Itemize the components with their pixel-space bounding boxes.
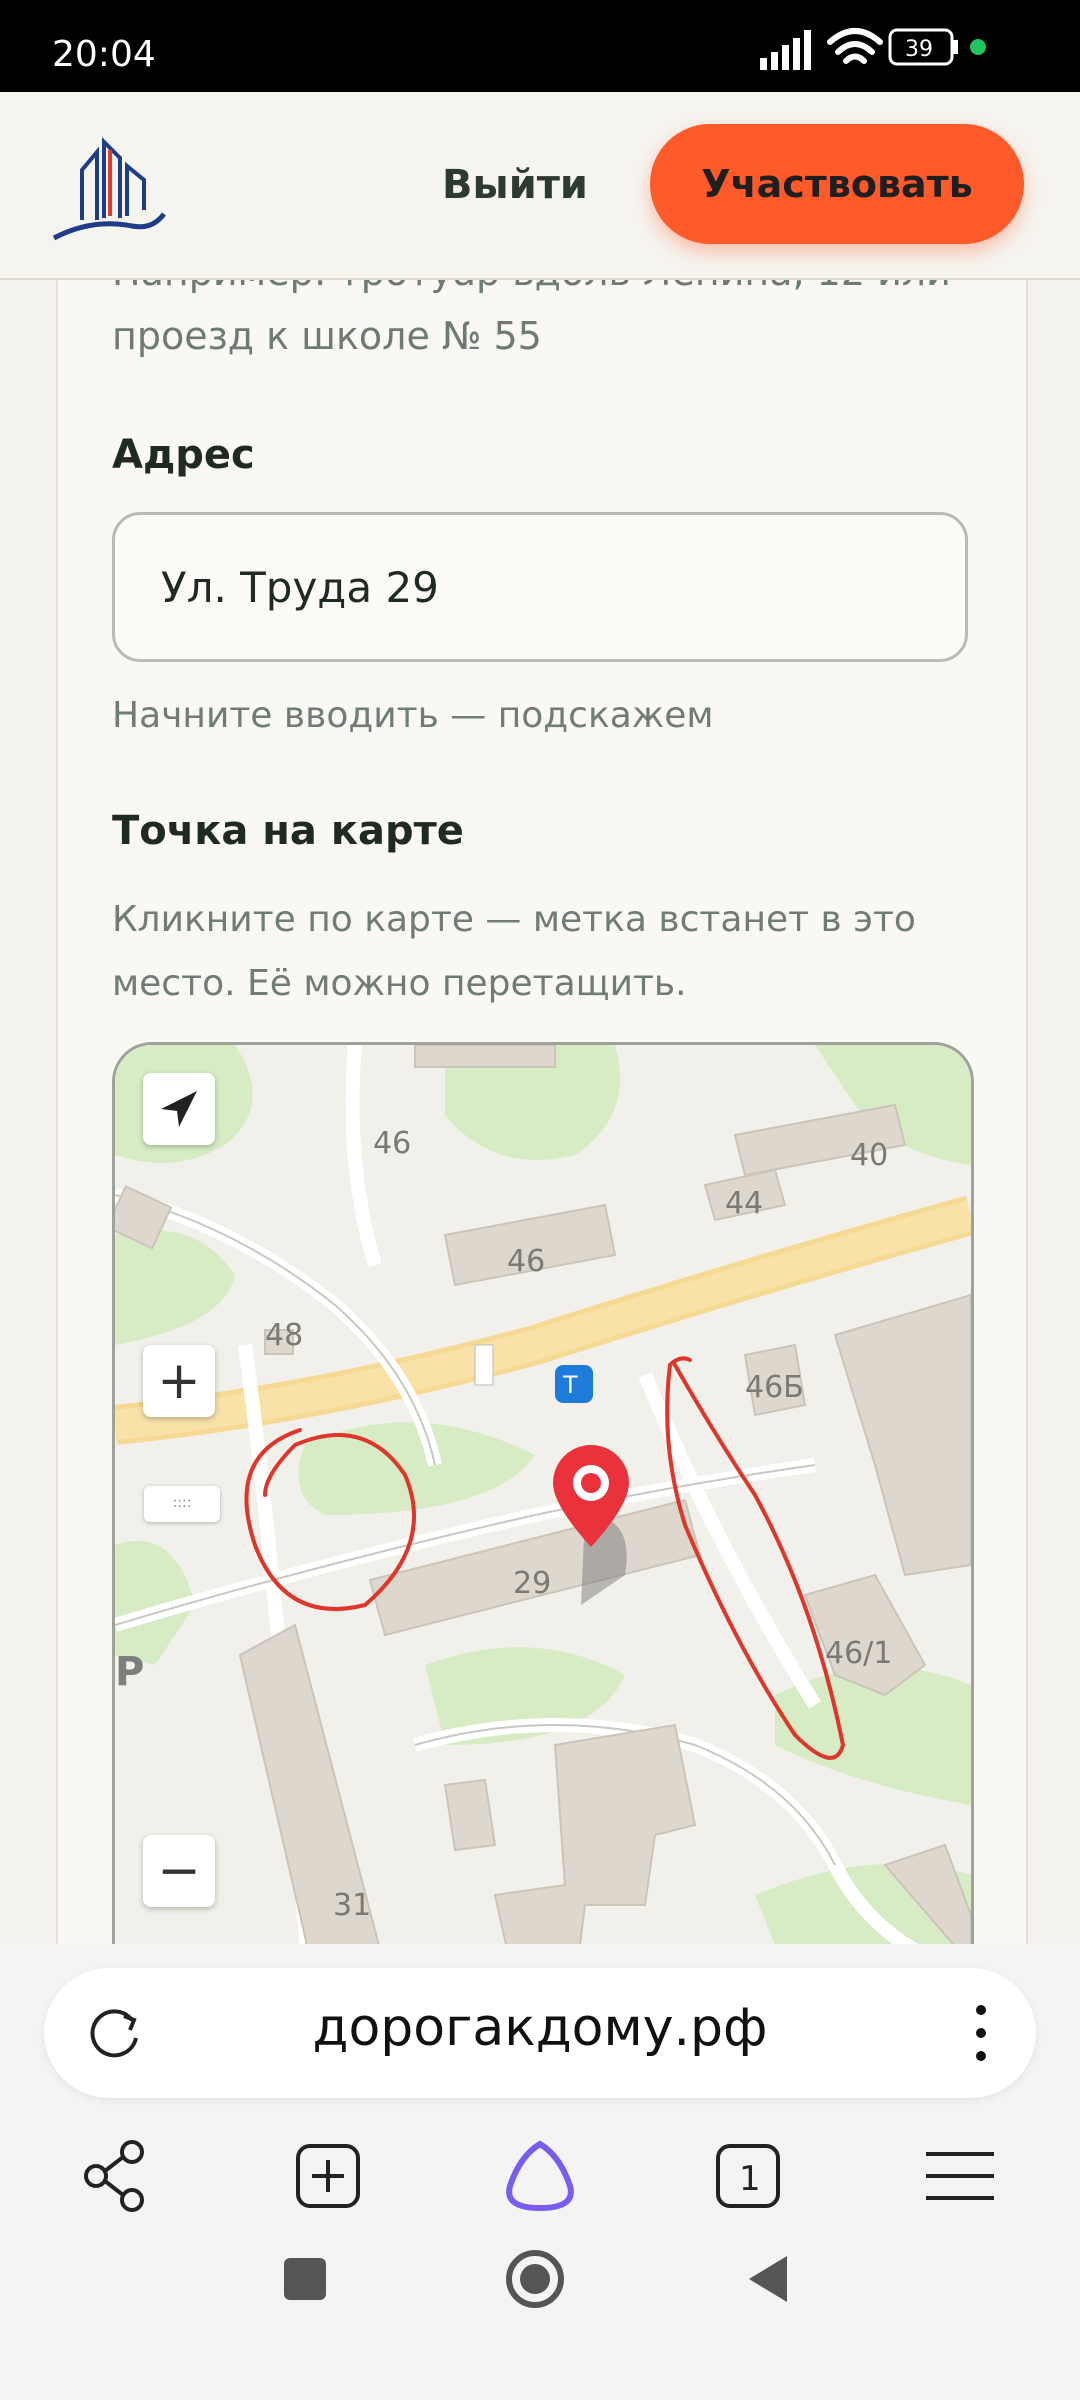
- status-time: 20:04: [52, 34, 156, 75]
- zoom-out-button[interactable]: −: [143, 1835, 215, 1907]
- url-text[interactable]: дорогакдому.рф: [44, 1998, 1036, 2058]
- browser-panel: дорогакдому.рф 1: [0, 1944, 1080, 2400]
- status-bar: 20:04 39: [0, 0, 1080, 92]
- house-number: 29: [513, 1566, 551, 1601]
- map-widget[interactable]: Т 46 40 44 46 48 46Б 29 46/1 31 P + −: [112, 1042, 974, 2048]
- home-circle-icon[interactable]: [500, 2244, 570, 2314]
- notification-dot: [970, 39, 986, 55]
- recents-square-icon[interactable]: [270, 2244, 340, 2314]
- map-canvas[interactable]: Т 46 40 44 46 48 46Б 29 46/1 31 P: [115, 1045, 971, 2045]
- alice-assistant-icon[interactable]: [500, 2136, 580, 2216]
- menu-icon[interactable]: [920, 2136, 1000, 2216]
- parking-label: P: [115, 1649, 144, 1695]
- participate-button[interactable]: Участвовать: [650, 124, 1024, 244]
- house-number: 48: [265, 1318, 303, 1353]
- map-label: Точка на карте: [112, 808, 464, 854]
- more-vertical-icon[interactable]: [966, 1998, 996, 2068]
- house-number: 46Б: [745, 1370, 804, 1405]
- tab-count: 1: [739, 2159, 761, 2199]
- signal-icon: [760, 30, 811, 70]
- site-header: Выйти Участвовать: [0, 92, 1080, 280]
- address-hint: Начните вводить — подскажем: [112, 695, 714, 736]
- svg-text:Т: Т: [562, 1371, 578, 1399]
- new-tab-icon[interactable]: [288, 2136, 368, 2216]
- address-bar[interactable]: дорогакдому.рф: [44, 1968, 1036, 2098]
- wifi-icon: [827, 28, 883, 64]
- address-label: Адрес: [112, 432, 255, 478]
- tabs-icon[interactable]: 1: [708, 2136, 788, 2216]
- locate-button[interactable]: [143, 1073, 215, 1145]
- navigation-arrow-icon: [161, 1091, 197, 1127]
- zoom-slider-handle[interactable]: ::::: [144, 1486, 220, 1522]
- house-number: 40: [850, 1138, 888, 1173]
- house-number: 46/1: [825, 1636, 892, 1671]
- house-number: 46: [373, 1126, 411, 1161]
- house-number: 46: [507, 1244, 545, 1279]
- status-icons: 39: [760, 28, 986, 70]
- logout-button[interactable]: Выйти: [420, 150, 610, 220]
- battery-level: 39: [905, 37, 933, 62]
- address-input[interactable]: [112, 512, 968, 662]
- zoom-in-button[interactable]: +: [143, 1345, 215, 1417]
- battery-icon: 39: [888, 28, 958, 66]
- share-icon[interactable]: [76, 2136, 156, 2216]
- back-triangle-icon[interactable]: [735, 2244, 805, 2314]
- map-hint: Кликните по карте — метка встанет в это …: [112, 899, 916, 1004]
- house-number: 31: [333, 1888, 371, 1923]
- house-number: 44: [725, 1186, 763, 1221]
- logo-building-icon[interactable]: [52, 130, 166, 242]
